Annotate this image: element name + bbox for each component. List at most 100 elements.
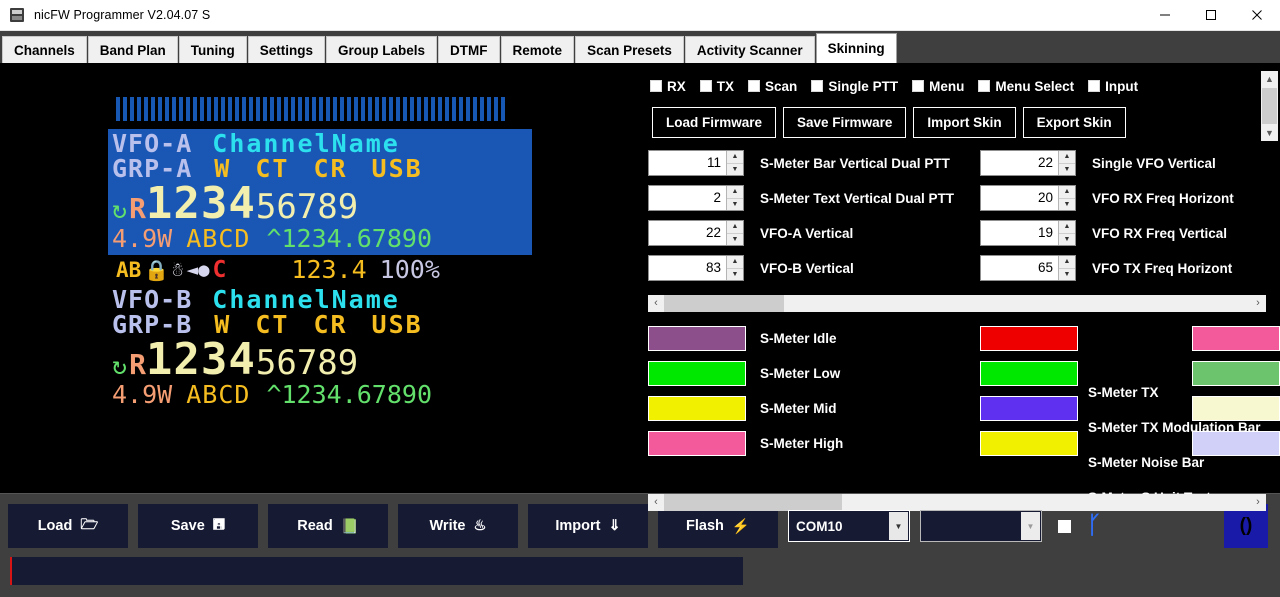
spinner-arrows[interactable]: ▲ ▼ bbox=[726, 221, 743, 245]
checkbox-tx[interactable]: TX bbox=[699, 79, 734, 94]
spinner-smeter-bar-vertical-dual-ptt[interactable]: 11 ▲ ▼ bbox=[648, 150, 744, 176]
checkbox-menu-select[interactable]: Menu Select bbox=[978, 79, 1074, 94]
tab-channels[interactable]: Channels bbox=[2, 36, 87, 63]
swatch-smeter-tx[interactable] bbox=[980, 326, 1078, 351]
spinner-smeter-text-vertical-dual-ptt[interactable]: 2 ▲ ▼ bbox=[648, 185, 744, 211]
spinner-down-icon[interactable]: ▼ bbox=[727, 234, 743, 246]
read-button[interactable]: Read 📗 bbox=[268, 504, 388, 548]
scrollbar-thumb[interactable] bbox=[1262, 88, 1277, 124]
spinner-arrows[interactable]: ▲ ▼ bbox=[1058, 256, 1075, 280]
swatch-smeter-noise-bar[interactable] bbox=[980, 396, 1078, 421]
scroll-left-icon[interactable]: ‹ bbox=[648, 497, 664, 508]
spinner-up-icon[interactable]: ▲ bbox=[727, 186, 743, 199]
save-button[interactable]: Save 🖪 bbox=[138, 504, 258, 548]
positions-horizontal-scrollbar[interactable]: ‹ › bbox=[648, 295, 1266, 312]
scroll-right-icon[interactable]: › bbox=[1250, 497, 1266, 508]
spinner-arrows[interactable]: ▲ ▼ bbox=[726, 151, 743, 175]
write-button[interactable]: Write ♨ bbox=[398, 504, 518, 548]
spinner-down-icon[interactable]: ▼ bbox=[727, 199, 743, 211]
panel-vertical-scrollbar[interactable]: ▲ ▼ bbox=[1261, 71, 1278, 141]
spinner-arrows[interactable]: ▲ ▼ bbox=[726, 186, 743, 210]
checkbox-box[interactable] bbox=[650, 80, 662, 92]
checkbox-input[interactable]: Input bbox=[1088, 79, 1138, 94]
spinner-arrows[interactable]: ▲ ▼ bbox=[1058, 151, 1075, 175]
minimize-icon[interactable] bbox=[1142, 0, 1188, 31]
checkbox-menu[interactable]: Menu bbox=[912, 79, 964, 94]
spinner-value[interactable]: 83 bbox=[649, 256, 726, 280]
spinner-vfo-b-vertical[interactable]: 83 ▲ ▼ bbox=[648, 255, 744, 281]
secondary-select[interactable]: ▼ bbox=[920, 510, 1042, 542]
spinner-value[interactable]: 11 bbox=[649, 151, 726, 175]
spinner-up-icon[interactable]: ▲ bbox=[1059, 151, 1075, 164]
tab-activity-scanner[interactable]: Activity Scanner bbox=[684, 36, 815, 63]
load-button[interactable]: Load 🗁 bbox=[8, 504, 128, 548]
checkbox-scan[interactable]: Scan bbox=[748, 79, 797, 94]
checkbox-box[interactable] bbox=[699, 80, 712, 92]
spinner-up-icon[interactable]: ▲ bbox=[1059, 186, 1075, 199]
save-firmware-button[interactable]: Save Firmware bbox=[783, 107, 907, 138]
scroll-up-icon[interactable]: ▲ bbox=[1261, 71, 1278, 87]
scrollbar-track[interactable] bbox=[664, 295, 1250, 312]
swatch-smeter-low[interactable] bbox=[648, 361, 746, 386]
spinner-vfo-rx-freq-horizontal[interactable]: 20 ▲ ▼ bbox=[980, 185, 1076, 211]
spinner-down-icon[interactable]: ▼ bbox=[1059, 199, 1075, 211]
tab-dtmf[interactable]: DTMF bbox=[438, 36, 500, 63]
spinner-up-icon[interactable]: ▲ bbox=[1059, 256, 1075, 269]
chevron-down-icon[interactable]: ▼ bbox=[889, 512, 908, 540]
tab-skinning[interactable]: Skinning bbox=[815, 33, 897, 63]
swatch-smeter-tx-modulation-bar[interactable] bbox=[980, 361, 1078, 386]
load-firmware-button[interactable]: Load Firmware bbox=[652, 107, 777, 138]
status-log-bar[interactable] bbox=[10, 557, 743, 585]
tab-tuning[interactable]: Tuning bbox=[178, 36, 247, 63]
export-skin-button[interactable]: Export Skin bbox=[1022, 107, 1126, 138]
spinner-value[interactable]: 65 bbox=[981, 256, 1058, 280]
scroll-right-icon[interactable]: › bbox=[1250, 298, 1266, 309]
spinner-arrows[interactable]: ▲ ▼ bbox=[1058, 186, 1075, 210]
scrollbar-thumb[interactable] bbox=[664, 295, 784, 312]
checkbox-rx[interactable]: RX bbox=[650, 79, 686, 94]
checkbox-box[interactable] bbox=[811, 80, 824, 92]
checkbox-box[interactable] bbox=[748, 80, 761, 92]
spinner-arrows[interactable]: ▲ ▼ bbox=[1058, 221, 1075, 245]
scroll-left-icon[interactable]: ‹ bbox=[648, 298, 664, 309]
scrollbar-thumb[interactable] bbox=[664, 494, 842, 511]
swatch-smeter-idle[interactable] bbox=[648, 326, 746, 351]
com-port-select[interactable]: COM10 ▼ bbox=[788, 510, 910, 542]
checkbox-box[interactable] bbox=[978, 80, 991, 92]
spinner-down-icon[interactable]: ▼ bbox=[727, 269, 743, 281]
scrollbar-track[interactable] bbox=[664, 494, 1250, 511]
spinner-single-vfo-vertical[interactable]: 22 ▲ ▼ bbox=[980, 150, 1076, 176]
swatch-smeter-s-unit-text[interactable] bbox=[980, 431, 1078, 456]
import-skin-button[interactable]: Import Skin bbox=[913, 107, 1016, 138]
swatch-extra-1[interactable] bbox=[1192, 326, 1280, 351]
spinner-value[interactable]: 22 bbox=[981, 151, 1058, 175]
spinner-down-icon[interactable]: ▼ bbox=[727, 164, 743, 176]
spinner-vfo-tx-freq-horizontal[interactable]: 65 ▲ ▼ bbox=[980, 255, 1076, 281]
maximize-icon[interactable] bbox=[1188, 0, 1234, 31]
swatch-smeter-high[interactable] bbox=[648, 431, 746, 456]
spinner-down-icon[interactable]: ▼ bbox=[1059, 269, 1075, 281]
import-button[interactable]: Import ⇓ bbox=[528, 504, 648, 548]
bluetooth-checkbox[interactable] bbox=[1058, 519, 1071, 533]
tab-scan-presets[interactable]: Scan Presets bbox=[575, 36, 684, 63]
spinner-vfo-a-vertical[interactable]: 22 ▲ ▼ bbox=[648, 220, 744, 246]
spinner-up-icon[interactable]: ▲ bbox=[727, 151, 743, 164]
spinner-up-icon[interactable]: ▲ bbox=[1059, 221, 1075, 234]
spinner-up-icon[interactable]: ▲ bbox=[727, 256, 743, 269]
spinner-value[interactable]: 22 bbox=[649, 221, 726, 245]
tab-band-plan[interactable]: Band Plan bbox=[87, 36, 178, 63]
tab-group-labels[interactable]: Group Labels bbox=[326, 36, 438, 63]
spinner-vfo-rx-freq-vertical[interactable]: 19 ▲ ▼ bbox=[980, 220, 1076, 246]
close-icon[interactable] bbox=[1234, 0, 1280, 31]
spinner-up-icon[interactable]: ▲ bbox=[727, 221, 743, 234]
chevron-down-icon[interactable]: ▼ bbox=[1021, 512, 1040, 540]
swatch-extra-2[interactable] bbox=[1192, 361, 1280, 386]
spinner-down-icon[interactable]: ▼ bbox=[1059, 164, 1075, 176]
checkbox-box[interactable] bbox=[912, 80, 925, 92]
spinner-value[interactable]: 20 bbox=[981, 186, 1058, 210]
tab-remote[interactable]: Remote bbox=[500, 36, 575, 63]
checkbox-box[interactable] bbox=[1088, 80, 1101, 92]
swatch-smeter-mid[interactable] bbox=[648, 396, 746, 421]
tab-settings[interactable]: Settings bbox=[247, 36, 326, 63]
scroll-down-icon[interactable]: ▼ bbox=[1261, 125, 1278, 141]
